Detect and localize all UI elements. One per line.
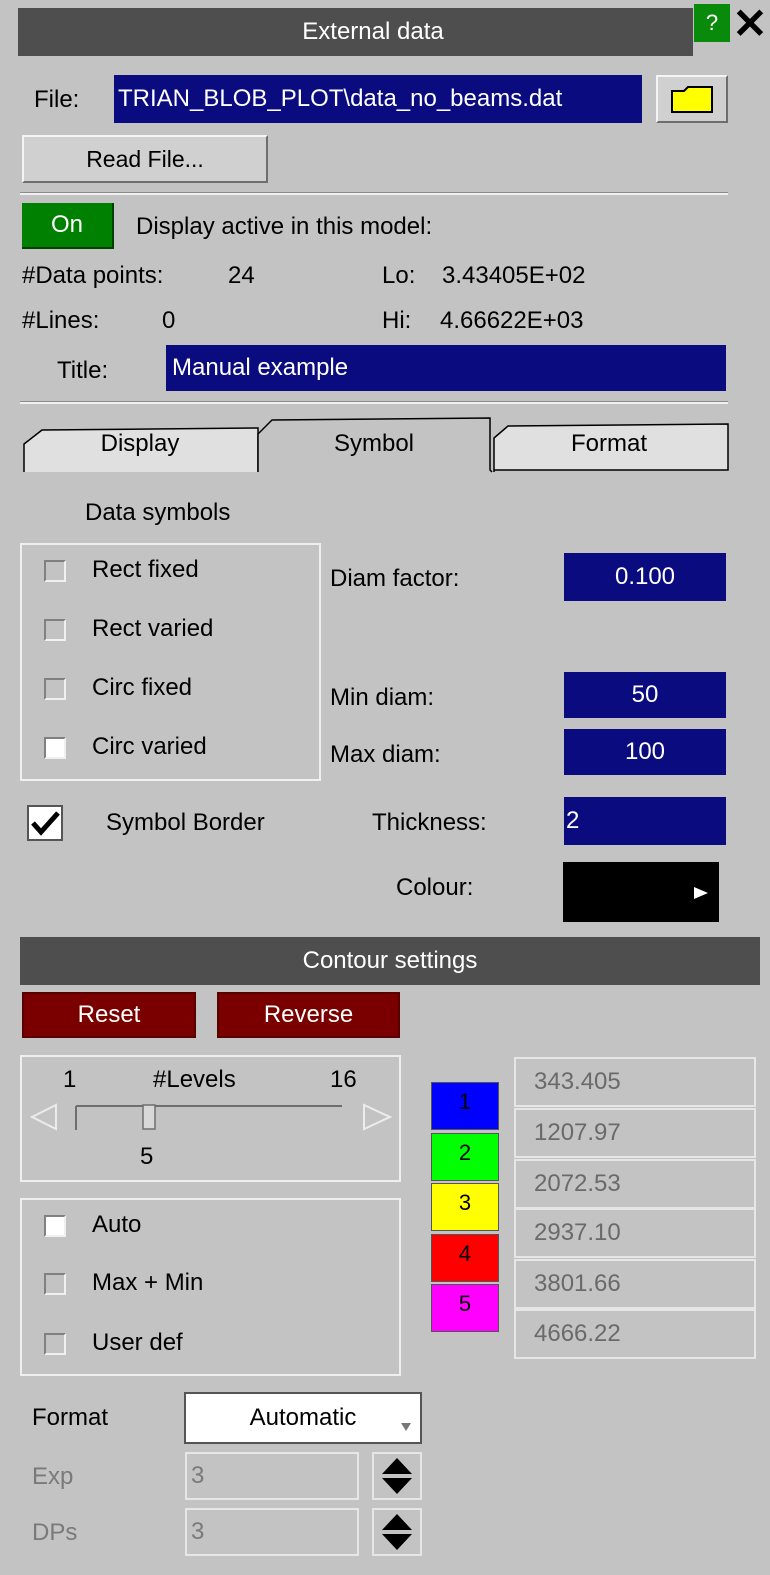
rect-fixed-checkbox[interactable] (44, 560, 66, 582)
window-title: External data (302, 18, 444, 45)
level-value-5[interactable]: 4666.22 (514, 1309, 756, 1359)
file-input-value: TRIAN_BLOB_PLOT\data_no_beams.dat (118, 85, 563, 112)
circ-fixed-checkbox[interactable] (44, 678, 66, 700)
slider-left-arrow-icon (30, 1103, 57, 1131)
title-input[interactable]: Manual example (166, 345, 726, 391)
exp-input[interactable]: 3 (185, 1452, 359, 1500)
reset-button[interactable]: Reset (22, 992, 196, 1038)
contour-settings-header: Contour settings (20, 937, 760, 985)
thickness-label: Thickness: (372, 809, 487, 836)
lines-label: #Lines: (22, 307, 100, 334)
max-min-label: Max + Min (92, 1269, 204, 1296)
help-button[interactable]: ? (694, 4, 730, 42)
file-input[interactable]: TRIAN_BLOB_PLOT\data_no_beams.dat (114, 75, 642, 123)
levels-value: 5 (140, 1143, 154, 1170)
auto-label: Auto (92, 1211, 142, 1238)
user-def-option[interactable] (44, 1333, 66, 1355)
title-field-label: Title: (57, 357, 109, 384)
symbol-border-checkbox[interactable] (27, 805, 63, 841)
level-value-0[interactable]: 343.405 (514, 1057, 756, 1107)
circ-fixed-label: Circ fixed (92, 674, 193, 701)
level-value-2[interactable]: 2072.53 (514, 1159, 756, 1209)
exp-label: Exp (32, 1463, 74, 1490)
hi-value: 4.66622E+03 (440, 307, 584, 334)
colour-label: Colour: (396, 874, 474, 901)
tab-symbol[interactable]: Symbol (258, 432, 490, 456)
hi-label: Hi: (382, 307, 412, 334)
data-points-value: 24 (228, 262, 255, 289)
lines-value: 0 (162, 307, 176, 334)
divider (20, 401, 728, 404)
diam-factor-input[interactable]: 0.100 (564, 553, 726, 601)
format-dropdown[interactable]: Automatic (184, 1392, 422, 1444)
diam-factor-label: Diam factor: (330, 565, 460, 592)
circ-varied-label: Circ varied (92, 733, 207, 760)
thickness-input[interactable]: 2 (564, 797, 726, 845)
level-value-3[interactable]: 2937.10 (514, 1208, 756, 1258)
max-min-option[interactable] (44, 1273, 66, 1295)
levels-max: 16 (330, 1066, 357, 1093)
user-def-label: User def (92, 1329, 183, 1356)
circ-varied-checkbox[interactable] (44, 737, 66, 759)
level-value-1[interactable]: 1207.97 (514, 1108, 756, 1158)
dropdown-arrow-icon (694, 887, 708, 899)
levels-label: #Levels (153, 1066, 236, 1093)
reverse-button[interactable]: Reverse (217, 992, 400, 1038)
rect-varied-checkbox[interactable] (44, 619, 66, 641)
dps-label: DPs (32, 1519, 78, 1546)
level-value-4[interactable]: 3801.66 (514, 1259, 756, 1309)
rect-varied-label: Rect varied (92, 615, 214, 642)
min-diam-input[interactable]: 50 (564, 672, 726, 718)
lo-value: 3.43405E+02 (442, 262, 586, 289)
min-diam-label: Min diam: (330, 684, 435, 711)
browse-folder-button[interactable] (656, 75, 728, 123)
symbol-border-label: Symbol Border (106, 809, 265, 836)
dropdown-arrow-icon (401, 1423, 411, 1431)
close-button[interactable]: ✕ (732, 0, 768, 47)
lo-label: Lo: (382, 262, 416, 289)
levels-min: 1 (63, 1066, 77, 1093)
format-label: Format (32, 1404, 109, 1431)
data-points-label: #Data points: (22, 262, 164, 289)
folder-icon (671, 86, 713, 113)
level-1-swatch[interactable]: 1 (431, 1082, 499, 1130)
slider-thumb (142, 1104, 156, 1130)
exp-stepper[interactable] (372, 1452, 422, 1500)
dps-stepper[interactable] (372, 1508, 422, 1556)
levels-slider[interactable] (30, 1100, 392, 1134)
file-label: File: (34, 86, 80, 113)
slider-right-arrow-icon (363, 1103, 392, 1131)
display-active-label: Display active in this model: (136, 213, 433, 240)
level-4-swatch[interactable]: 4 (431, 1234, 499, 1282)
checkmark-icon (31, 811, 60, 836)
level-5-swatch[interactable]: 5 (431, 1284, 499, 1332)
level-2-swatch[interactable]: 2 (431, 1133, 499, 1181)
data-symbols-heading: Data symbols (85, 499, 231, 526)
dps-input[interactable]: 3 (185, 1508, 359, 1556)
level-3-swatch[interactable]: 3 (431, 1183, 499, 1231)
divider (20, 192, 728, 195)
tab-format[interactable]: Format (494, 432, 724, 456)
title-input-value: Manual example (172, 354, 349, 381)
format-dropdown-value: Automatic (249, 1404, 357, 1431)
colour-picker[interactable] (563, 862, 719, 922)
max-diam-label: Max diam: (330, 741, 441, 768)
display-on-toggle[interactable]: On (22, 203, 114, 249)
auto-option[interactable] (44, 1215, 66, 1237)
read-file-button[interactable]: Read File... (22, 135, 268, 183)
max-diam-input[interactable]: 100 (564, 729, 726, 775)
tab-display[interactable]: Display (24, 432, 256, 456)
contour-mode-groupbox (20, 1198, 401, 1376)
rect-fixed-label: Rect fixed (92, 556, 199, 583)
